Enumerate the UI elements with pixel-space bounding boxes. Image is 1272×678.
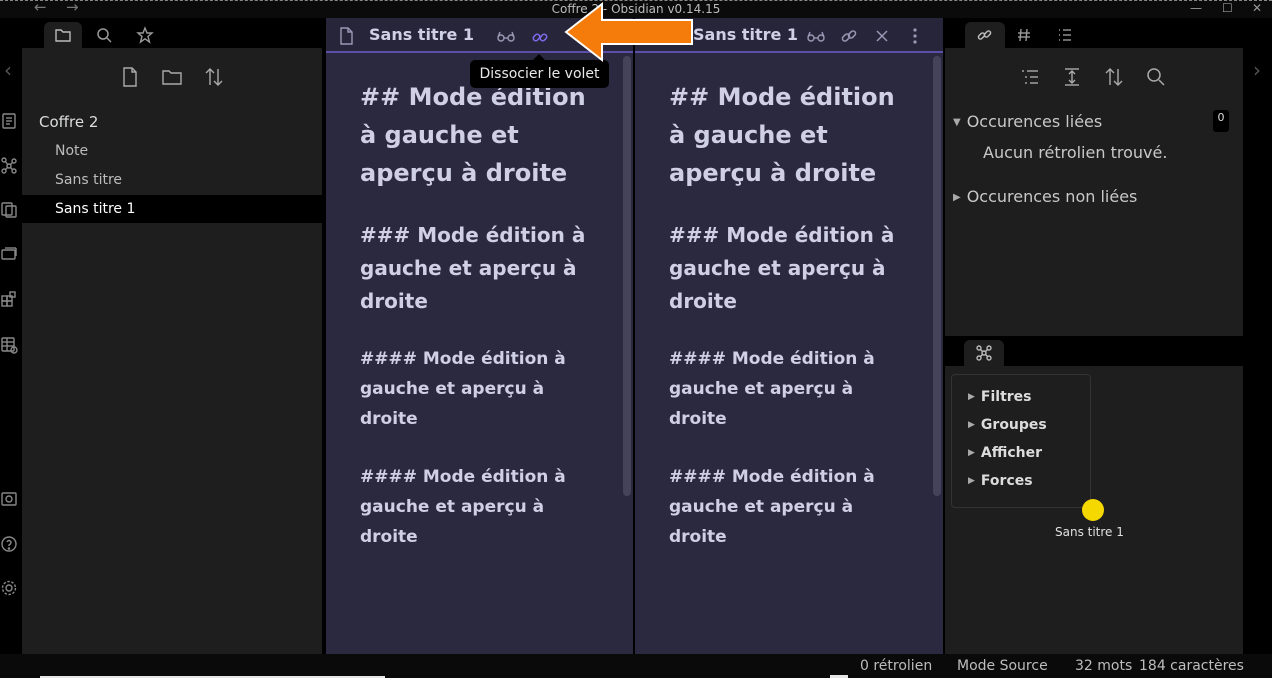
graph-filters-section[interactable]: ▶ Filtres: [968, 389, 1032, 405]
file-icon: [336, 26, 356, 46]
unlinked-mentions-header[interactable]: ▶ Occurences non liées: [953, 187, 1137, 206]
graph-icon[interactable]: [0, 156, 18, 174]
more-options-icon[interactable]: [905, 26, 925, 46]
pane-title[interactable]: Sans titre 1: [369, 25, 474, 44]
backlinks-pane: ▼ Occurences liées 0 Aucun rétrolien trou…: [945, 48, 1243, 336]
editor-pane-right[interactable]: Sans titre 1 ## Mode édition à gauche et…: [635, 18, 943, 654]
no-backlinks-text: Aucun rétrolien trouvé.: [983, 143, 1168, 162]
unlink-pane-icon[interactable]: [530, 26, 550, 46]
linked-mentions-header[interactable]: ▼ Occurences liées: [953, 112, 1102, 131]
caret-right-icon: ▶: [968, 476, 975, 486]
sort-icon[interactable]: [203, 66, 225, 88]
folder-icon[interactable]: [44, 22, 82, 48]
tag-icon[interactable]: [1004, 22, 1044, 48]
graph-node[interactable]: [1082, 499, 1104, 521]
scrollbar[interactable]: [933, 56, 941, 496]
slides-icon[interactable]: [0, 245, 18, 263]
close-window-button[interactable]: ✕: [1252, 1, 1262, 15]
caret-right-icon: ▶: [968, 448, 975, 458]
heading-4[interactable]: #### Mode édition à gauche et aperçu à d…: [360, 344, 600, 434]
ribbon: ‹: [0, 18, 22, 654]
graph-view[interactable]: ▶ Filtres ▶ Groupes ▶ Afficher ▶ Forces Sans…: [945, 366, 1243, 654]
settings-icon[interactable]: [0, 579, 18, 597]
heading-3[interactable]: ### Mode édition à gauche et aperçu à dr…: [360, 219, 600, 318]
collapse-left-icon[interactable]: ‹: [4, 58, 12, 82]
heading-2[interactable]: ## Mode édition à gauche et aperçu à dro…: [360, 78, 610, 192]
graph-tabs: [945, 336, 1243, 366]
graph-display-section[interactable]: ▶ Afficher: [968, 445, 1042, 461]
templates-icon[interactable]: [0, 290, 18, 308]
right-sidebar-tabs: [945, 18, 1243, 48]
graph-icon[interactable]: [964, 340, 1004, 366]
heading-3: ### Mode édition à gauche et aperçu à dr…: [669, 223, 895, 313]
search-icon[interactable]: [1145, 66, 1167, 88]
minimize-button[interactable]: —: [1190, 1, 1202, 15]
left-sidebar-tabs: [22, 18, 326, 48]
caret-down-icon: ▼: [953, 117, 961, 128]
editor-content[interactable]: ## Mode édition à gauche et aperçu à dro…: [360, 78, 613, 552]
close-icon[interactable]: [872, 26, 892, 46]
outline-icon[interactable]: [1045, 22, 1085, 48]
heading-2: ## Mode édition à gauche et aperçu à dro…: [669, 83, 895, 187]
heading-4: #### Mode édition à gauche et aperçu à d…: [669, 349, 875, 429]
sort-icon[interactable]: [1103, 66, 1125, 88]
status-backlinks[interactable]: 0 rétrolien: [860, 658, 932, 674]
file-item-sans-titre-1[interactable]: Sans titre 1: [22, 195, 322, 223]
collapse-right-icon[interactable]: ›: [1253, 58, 1261, 82]
link-icon[interactable]: [839, 26, 859, 46]
caret-right-icon: ▶: [968, 392, 975, 402]
pane-title[interactable]: Sans titre 1: [693, 25, 798, 44]
caret-right-icon: ▶: [953, 192, 961, 203]
graph-groups-section[interactable]: ▶ Groupes: [968, 417, 1047, 433]
status-mode[interactable]: Mode Source: [957, 658, 1048, 674]
status-bar: 0 rétrolien Mode Source 32 mots 184 cara…: [0, 654, 1272, 678]
vault-icon[interactable]: [0, 490, 18, 508]
new-note-icon[interactable]: [119, 66, 141, 88]
graph-forces-section[interactable]: ▶ Forces: [968, 473, 1033, 489]
file-explorer: Coffre 2 Note Sans titre Sans titre 1: [22, 48, 322, 654]
reading-view-icon[interactable]: [806, 26, 826, 46]
right-edge: ›: [1243, 18, 1272, 654]
reading-view-icon[interactable]: [496, 26, 516, 46]
status-words: 32 mots: [1075, 658, 1133, 674]
star-icon[interactable]: [126, 22, 164, 48]
file-item-sans-titre[interactable]: Sans titre: [22, 166, 322, 194]
heading-4[interactable]: #### Mode édition à gauche et aperçu à d…: [360, 462, 600, 552]
preview-content[interactable]: ## Mode édition à gauche et aperçu à dro…: [669, 78, 923, 552]
maximize-button[interactable]: ☐: [1222, 1, 1233, 15]
search-icon[interactable]: [85, 22, 123, 48]
status-chars: 184 caractères: [1139, 658, 1244, 674]
backlinks-icon[interactable]: [965, 22, 1005, 48]
annotation-arrow-icon: [564, 1, 693, 63]
graph-settings-panel: ▶ Filtres ▶ Groupes ▶ Afficher ▶ Forces: [951, 374, 1091, 508]
scrollbar[interactable]: [623, 56, 631, 496]
editor-pane-left[interactable]: Sans titre 1 ## Mode édition à gauche et…: [326, 18, 633, 654]
table-icon[interactable]: [0, 336, 18, 354]
vault-name[interactable]: Coffre 2: [39, 113, 98, 131]
expand-icon[interactable]: [1061, 66, 1083, 88]
heading-4: #### Mode édition à gauche et aperçu à d…: [669, 467, 875, 547]
caret-right-icon: ▶: [968, 420, 975, 430]
collapse-results-icon[interactable]: [1019, 66, 1041, 88]
file-item-note[interactable]: Note: [22, 137, 322, 165]
graph-node-label: Sans titre 1: [1055, 525, 1124, 539]
linked-count-badge: 0: [1213, 110, 1229, 132]
help-icon[interactable]: [0, 535, 18, 553]
new-folder-icon[interactable]: [161, 66, 183, 88]
switcher-icon[interactable]: [0, 112, 18, 130]
copy-icon[interactable]: [0, 201, 18, 219]
